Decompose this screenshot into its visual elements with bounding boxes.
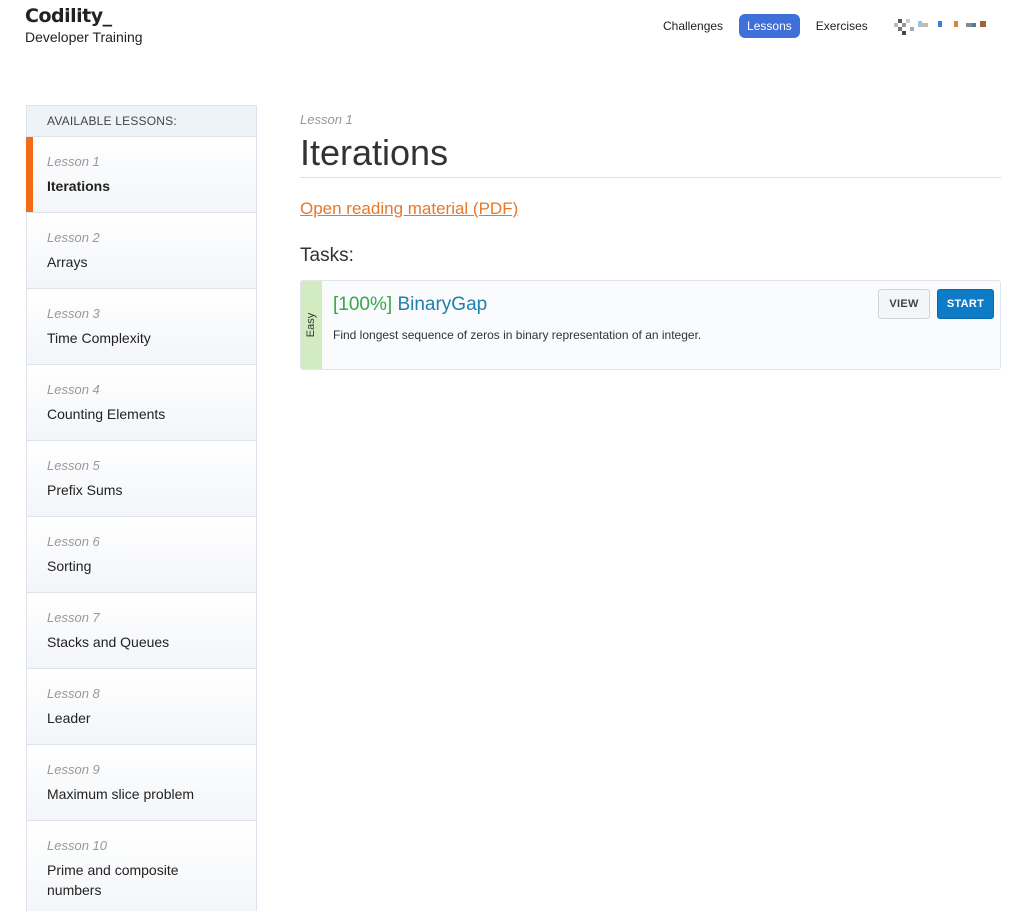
task-score: [100%] — [333, 294, 393, 315]
brand-subtitle: Developer Training — [25, 29, 143, 45]
difficulty-badge: Easy — [301, 281, 322, 369]
task-card: Easy [100%] BinaryGap Find longest seque… — [300, 280, 1001, 370]
sidebar-item-lesson-5[interactable]: Lesson 5 Prefix Sums — [27, 441, 256, 517]
lesson-number: Lesson 6 — [47, 534, 100, 549]
lesson-name: Iterations — [47, 178, 111, 194]
lesson-name: Arrays — [47, 254, 88, 270]
lesson-content: Lesson 1 Iterations Open reading materia… — [300, 111, 1001, 370]
top-nav: Challenges Lessons Exercises — [655, 14, 990, 38]
task-title[interactable]: [100%] BinaryGap — [333, 293, 487, 317]
sidebar-item-lesson-6[interactable]: Lesson 6 Sorting — [27, 517, 256, 593]
lesson-name: Prime and composite numbers — [47, 862, 179, 898]
sidebar-item-lesson-9[interactable]: Lesson 9 Maximum slice problem — [27, 745, 256, 821]
lesson-number: Lesson 9 — [47, 762, 100, 777]
lesson-number-label: Lesson 1 — [300, 112, 353, 127]
codility-logo[interactable]: Codility_ — [25, 4, 143, 28]
user-avatar[interactable] — [893, 17, 990, 35]
lesson-number: Lesson 3 — [47, 306, 100, 321]
lesson-name: Sorting — [47, 558, 92, 574]
start-button[interactable]: START — [937, 289, 994, 319]
lesson-name: Leader — [47, 710, 91, 726]
sidebar-item-lesson-4[interactable]: Lesson 4 Counting Elements — [27, 365, 256, 441]
lesson-number: Lesson 8 — [47, 686, 100, 701]
lesson-number: Lesson 2 — [47, 230, 100, 245]
lesson-name: Counting Elements — [47, 406, 166, 422]
tasks-heading: Tasks: — [300, 245, 354, 266]
sidebar-header: AVAILABLE LESSONS: — [27, 106, 256, 137]
sidebar-item-lesson-8[interactable]: Lesson 8 Leader — [27, 669, 256, 745]
lesson-number: Lesson 5 — [47, 458, 100, 473]
task-name[interactable]: BinaryGap — [397, 294, 487, 315]
task-description: Find longest sequence of zeros in binary… — [333, 328, 702, 342]
page-title: Iterations — [300, 131, 1001, 178]
sidebar-item-lesson-3[interactable]: Lesson 3 Time Complexity — [27, 289, 256, 365]
lessons-sidebar: AVAILABLE LESSONS: Lesson 1 Iterations L… — [26, 105, 257, 911]
lesson-name: Maximum slice problem — [47, 786, 195, 802]
view-button[interactable]: VIEW — [878, 289, 930, 319]
lesson-number: Lesson 1 — [47, 154, 100, 169]
nav-lessons[interactable]: Lessons — [739, 14, 800, 38]
lesson-name: Time Complexity — [47, 330, 151, 346]
nav-challenges[interactable]: Challenges — [655, 14, 731, 38]
reading-material-link[interactable]: Open reading material (PDF) — [300, 198, 518, 220]
lesson-number: Lesson 10 — [47, 838, 107, 853]
lesson-name: Stacks and Queues — [47, 634, 170, 650]
sidebar-item-lesson-1[interactable]: Lesson 1 Iterations — [26, 137, 256, 213]
lesson-number: Lesson 7 — [47, 610, 100, 625]
sidebar-item-lesson-10[interactable]: Lesson 10 Prime and composite numbers — [27, 821, 256, 911]
sidebar-item-lesson-7[interactable]: Lesson 7 Stacks and Queues — [27, 593, 256, 669]
lesson-number: Lesson 4 — [47, 382, 100, 397]
brand: Codility_ Developer Training — [25, 4, 143, 46]
difficulty-label: Easy — [305, 312, 318, 338]
nav-exercises[interactable]: Exercises — [808, 14, 876, 38]
sidebar-item-lesson-2[interactable]: Lesson 2 Arrays — [27, 213, 256, 289]
avatar-pixel-icon — [893, 19, 986, 35]
lesson-name: Prefix Sums — [47, 482, 123, 498]
